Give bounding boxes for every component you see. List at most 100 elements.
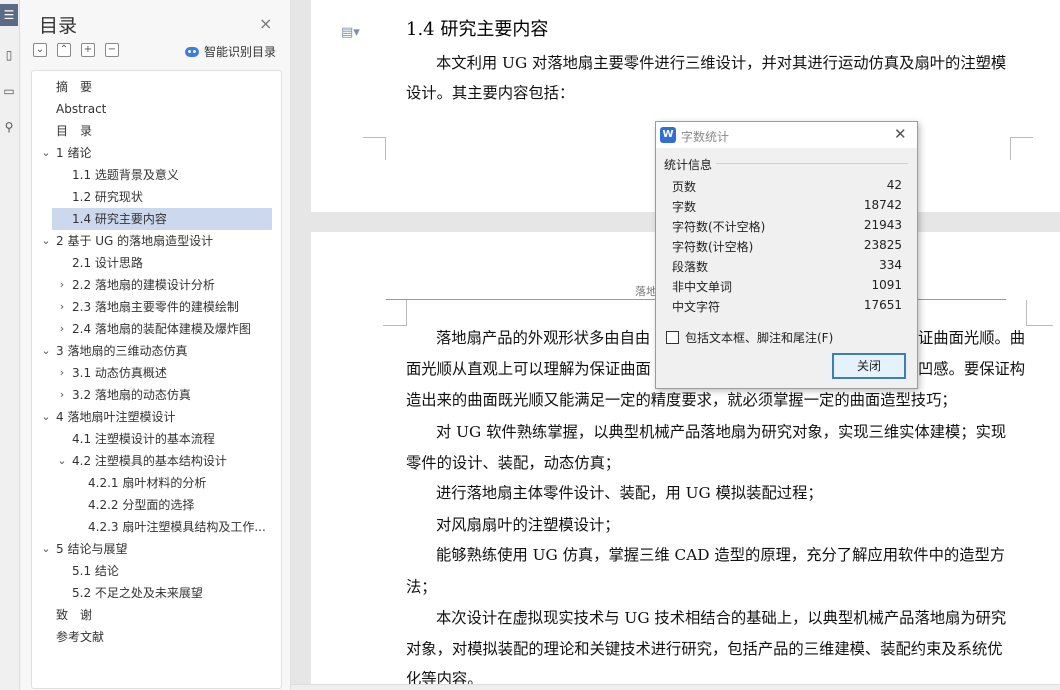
chevron-down-icon[interactable]: ⌄ [40, 230, 52, 252]
toc-item[interactable]: 5.2 不足之处及未来展望 [32, 582, 272, 604]
chevron-down-icon[interactable]: ⌄ [40, 142, 52, 164]
dialog-titlebar[interactable]: W 字数统计 ✕ [656, 122, 917, 148]
stat-value: 334 [879, 258, 902, 272]
stat-label: 中文字符 [672, 300, 721, 314]
close-icon[interactable]: × [259, 14, 272, 33]
stat-row: 中文字符 17651 [672, 296, 902, 316]
toc-item[interactable]: ⌄ 2 基于 UG 的落地扇造型设计 [32, 230, 272, 252]
toc-item[interactable]: 2.1 设计思路 [32, 252, 272, 274]
toc-item[interactable]: 1.1 选题背景及意义 [32, 164, 272, 186]
collapse-all-icon[interactable]: ⌄ [33, 43, 47, 57]
chevron-down-icon[interactable]: ⌄ [40, 406, 52, 428]
toc-item[interactable]: 4.1 注塑模设计的基本流程 [32, 428, 272, 450]
toc-item-label: 3 落地扇的三维动态仿真 [56, 344, 188, 358]
toc-item[interactable]: › 3.1 动态仿真概述 [32, 362, 272, 384]
chevron-right-icon[interactable]: › [56, 362, 68, 384]
toc-item[interactable]: ⌄ 4.2 注塑模具的基本结构设计 [32, 450, 272, 472]
toc-item-label: 致 谢 [56, 608, 93, 622]
stat-row: 字符数(计空格) 23825 [672, 236, 902, 256]
toc-item[interactable]: 4.2.1 扇叶材料的分析 [32, 472, 272, 494]
toc-item[interactable]: Abstract [32, 98, 272, 120]
chevron-right-icon[interactable]: › [56, 296, 68, 318]
crop-mark [1027, 325, 1053, 326]
toc-panel: 目录 × ⌄ ⌃ + − 智能识别目录 摘 要 Abstract 目 录 ⌄ 1 绪论 1… [20, 0, 291, 690]
toc-item[interactable]: 4.2.3 扇叶注塑模具结构及工作... [32, 516, 272, 538]
toc-item[interactable]: › 2.2 落地扇的建模设计分析 [32, 274, 272, 296]
horizontal-scrollbar[interactable] [291, 684, 1060, 690]
paragraph-line: 面光顺从直观上可以理解为保证曲面 [406, 360, 651, 378]
chevron-down-icon[interactable]: ⌄ [40, 538, 52, 560]
add-icon[interactable]: + [81, 43, 95, 57]
paragraph-line: 对象，对模拟装配的理论和关键技术进行研究，包括产品的三维建模、装配约束及系统优 [406, 640, 1003, 658]
dialog-title: 字数统计 [681, 130, 730, 144]
expand-up-icon[interactable]: ⌃ [57, 43, 71, 57]
toc-item[interactable]: 4.2.2 分型面的选择 [32, 494, 272, 516]
toc-item-label: 4 落地扇叶注塑模设计 [56, 410, 176, 424]
chevron-right-icon[interactable]: › [56, 384, 68, 406]
dialog-close-icon[interactable]: ✕ [894, 125, 907, 143]
toc-item[interactable]: 1.4 研究主要内容 [52, 208, 272, 230]
crop-mark [1010, 137, 1033, 160]
toc-item-label: 1.2 研究现状 [72, 190, 143, 204]
toc-item[interactable]: 致 谢 [32, 604, 272, 626]
stat-row: 非中文单词 1091 [672, 276, 902, 296]
paragraph-line: 设计。其主要内容包括： [406, 84, 575, 102]
chevron-right-icon[interactable]: › [56, 274, 68, 296]
toc-panel-icon[interactable]: ☰ [0, 4, 18, 26]
paragraph-line: 本文利用 UG 对落地扇主要零件进行三维设计，并对其进行运动仿真及扇叶的注塑模 [436, 54, 1007, 72]
toc-item-label: 2.2 落地扇的建模设计分析 [72, 278, 215, 292]
group-divider [716, 163, 908, 164]
page-header-text: 落地 [635, 285, 657, 298]
crop-mark [1026, 300, 1027, 326]
crop-mark [363, 137, 386, 160]
bookmark-icon[interactable]: ▯ [0, 44, 18, 66]
toc-item[interactable]: 1.2 研究现状 [32, 186, 272, 208]
toc-item-label: 5.1 结论 [72, 564, 119, 578]
toc-item-label: 4.2.1 扇叶材料的分析 [88, 476, 207, 490]
toc-item[interactable]: ⌄ 5 结论与展望 [32, 538, 272, 560]
page-icon[interactable]: ▭ [0, 80, 18, 102]
toc-item[interactable]: 5.1 结论 [32, 560, 272, 582]
toc-item[interactable]: 目 录 [32, 120, 272, 142]
toc-item[interactable]: › 3.2 落地扇的动态仿真 [32, 384, 272, 406]
section-heading: 1.4 研究主要内容 [406, 19, 549, 40]
toc-item[interactable]: ⌄ 3 落地扇的三维动态仿真 [32, 340, 272, 362]
stat-value: 18742 [863, 198, 902, 212]
checkbox-box[interactable] [666, 331, 679, 344]
toc-item[interactable]: 参考文献 [32, 626, 272, 648]
chevron-down-icon[interactable]: ⌄ [40, 340, 52, 362]
word-count-dialog: W 字数统计 ✕ 统计信息 页数 42 字数 18742 字符数(不计空格) 21943 字… [655, 121, 918, 389]
chevron-down-icon[interactable]: ⌄ [56, 450, 68, 472]
toc-item[interactable]: 摘 要 [32, 76, 272, 98]
stat-row: 字数 18742 [672, 196, 902, 216]
toc-item[interactable]: ⌄ 4 落地扇叶注塑模设计 [32, 406, 272, 428]
toc-item[interactable]: › 2.3 落地扇主要零件的建模绘制 [32, 296, 272, 318]
stat-label: 页数 [672, 180, 697, 194]
chevron-right-icon[interactable]: › [56, 318, 68, 340]
toc-item-label: 3.2 落地扇的动态仿真 [72, 388, 191, 402]
toc-item-label: 2 基于 UG 的落地扇造型设计 [56, 234, 214, 248]
smart-recognize-toc-button[interactable]: 智能识别目录 [185, 43, 276, 60]
toc-item[interactable]: › 2.4 落地扇的装配体建模及爆炸图 [32, 318, 272, 340]
stat-row: 字符数(不计空格) 21943 [672, 216, 902, 236]
stats-group-label: 统计信息 [664, 158, 713, 172]
crop-mark [383, 325, 406, 326]
toc-item-label: 5.2 不足之处及未来展望 [72, 586, 203, 600]
stat-value: 42 [886, 178, 902, 192]
include-footnotes-checkbox[interactable]: 包括文本框、脚注和尾注(F) [666, 329, 833, 346]
remove-icon[interactable]: − [105, 43, 119, 57]
paragraph-line: 造出来的曲面既光顺又能满足一定的精度要求，就必须掌握一定的曲面造型技巧； [406, 391, 957, 409]
paragraph-line: 对风扇扇叶的注塑模设计； [436, 516, 620, 534]
stat-value: 1091 [871, 278, 902, 292]
search-icon[interactable]: ⚲ [0, 116, 18, 138]
toc-item-label: 2.3 落地扇主要零件的建模绘制 [72, 300, 239, 314]
toc-item-label: Abstract [56, 102, 107, 116]
toc-item[interactable]: ⌄ 1 绪论 [32, 142, 272, 164]
stat-label: 非中文单词 [672, 280, 733, 294]
paragraph-menu-icon[interactable]: ▤▾ [341, 25, 360, 40]
close-button[interactable]: 关闭 [832, 353, 906, 379]
stat-label: 字符数(不计空格) [672, 220, 766, 234]
stat-label: 段落数 [672, 260, 709, 274]
stat-value: 21943 [863, 218, 902, 232]
toc-item-label: 1 绪论 [56, 146, 92, 160]
